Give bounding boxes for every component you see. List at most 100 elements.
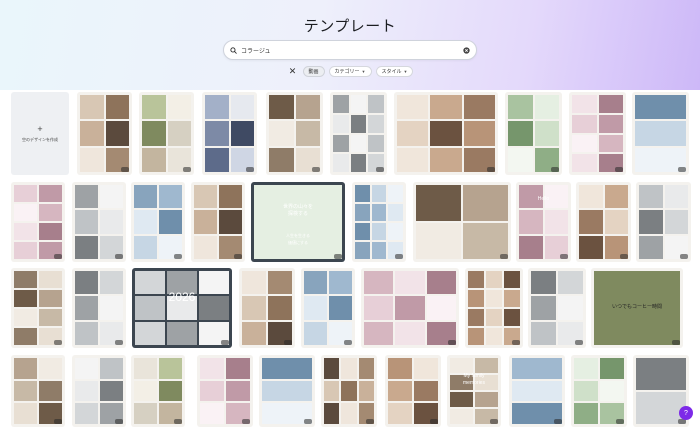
thumbnail-photo — [167, 321, 197, 345]
template-thumbnail[interactable] — [636, 182, 691, 262]
thumbnail-photo — [242, 271, 266, 295]
thumbnail-photo — [341, 380, 357, 402]
thumbnail-photo — [194, 210, 217, 234]
thumbnail-photo — [574, 403, 598, 424]
thumbnail-photo — [598, 134, 623, 153]
thumbnail-photo — [504, 309, 520, 326]
template-thumbnail[interactable] — [413, 182, 511, 262]
template-thumbnail[interactable] — [385, 355, 441, 427]
thumbnail-photo — [268, 271, 292, 295]
help-button[interactable]: ? — [679, 406, 693, 420]
thumbnail-photo — [226, 380, 250, 402]
thumbnail-photo — [639, 210, 663, 234]
thumbnail-photo — [371, 185, 387, 202]
thumbnail-photo — [572, 134, 597, 153]
thumbnail-photo — [368, 134, 384, 153]
template-thumbnail[interactable]: 世界の山々を 探検する 人生を生きる 価値にする — [251, 182, 345, 262]
template-thumbnail[interactable] — [239, 268, 295, 348]
template-thumbnail[interactable] — [632, 92, 689, 175]
template-thumbnail[interactable] — [11, 182, 65, 262]
video-badge-icon — [672, 340, 680, 345]
thumbnail-photo — [230, 121, 254, 146]
thumbnail-photo — [142, 121, 166, 146]
template-thumbnail[interactable] — [131, 182, 185, 262]
template-thumbnail[interactable] — [509, 355, 565, 427]
template-thumbnail[interactable]: My family memories — [447, 355, 501, 427]
thumbnail-photo — [230, 95, 254, 120]
template-thumbnail[interactable] — [352, 182, 406, 262]
video-badge-icon — [174, 254, 182, 259]
template-thumbnail[interactable]: いつでもコーヒー時間 — [591, 268, 683, 348]
thumbnail-photo — [100, 185, 123, 209]
template-thumbnail[interactable] — [465, 268, 523, 348]
thumbnail-photo — [364, 321, 394, 345]
template-thumbnail[interactable]: 2026 — [132, 268, 232, 348]
thumbnail-photo — [368, 95, 384, 113]
thumbnail-photo — [531, 271, 556, 295]
video-badge-icon — [334, 254, 342, 259]
template-thumbnail[interactable] — [191, 182, 245, 262]
thumbnail-photo — [388, 204, 403, 221]
template-thumbnail[interactable] — [321, 355, 377, 427]
template-thumbnail[interactable] — [394, 92, 498, 175]
thumbnail-photo — [75, 321, 98, 345]
thumbnail-photo — [39, 185, 62, 202]
template-grid: 世界の山々を 探検する 人生を生きる 価値にする Hello 2026 いつでもコーヒー… — [0, 0, 700, 427]
template-thumbnail[interactable] — [569, 92, 626, 175]
template-thumbnail[interactable] — [11, 355, 65, 427]
template-thumbnail[interactable] — [528, 268, 586, 348]
template-thumbnail[interactable] — [266, 92, 323, 175]
thumbnail-photo — [508, 95, 533, 120]
template-thumbnail[interactable] — [202, 92, 257, 175]
video-badge-icon — [284, 340, 292, 345]
template-thumbnail[interactable] — [197, 355, 253, 427]
template-thumbnail[interactable] — [330, 92, 387, 175]
template-thumbnail[interactable] — [77, 92, 132, 175]
template-thumbnail[interactable] — [361, 268, 459, 348]
thumbnail-photo — [558, 271, 583, 295]
template-thumbnail[interactable] — [259, 355, 315, 427]
thumbnail-photo — [350, 114, 367, 133]
thumbnail-photo — [14, 223, 37, 240]
thumbnail-photo — [397, 147, 429, 172]
template-thumbnail[interactable] — [139, 92, 194, 175]
template-thumbnail[interactable]: Hello — [516, 182, 571, 262]
thumbnail-photo — [426, 296, 456, 320]
thumbnail-photo — [262, 380, 312, 402]
thumbnail-photo — [486, 290, 502, 307]
template-thumbnail[interactable] — [505, 92, 562, 175]
thumbnail-photo — [219, 185, 242, 209]
thumbnail-photo — [75, 296, 98, 320]
template-thumbnail[interactable] — [11, 268, 65, 348]
video-badge-icon — [678, 167, 686, 172]
thumbnail-photo — [75, 358, 98, 379]
thumbnail-photo — [226, 358, 250, 379]
thumbnail-photo — [80, 95, 104, 120]
thumbnail-photo — [134, 380, 157, 402]
template-thumbnail[interactable] — [131, 355, 185, 427]
template-thumbnail[interactable] — [576, 182, 631, 262]
video-badge-icon — [115, 254, 123, 259]
thumbnail-photo — [39, 204, 62, 221]
template-thumbnail[interactable] — [301, 268, 355, 348]
thumbnail-photo — [355, 223, 370, 240]
thumbnail-caption: Hello — [537, 196, 550, 202]
video-badge-icon — [115, 340, 123, 345]
thumbnail-photo — [450, 358, 473, 373]
thumbnail-photo — [558, 296, 583, 320]
thumbnail-photo — [579, 185, 603, 209]
thumbnail-photo — [531, 296, 556, 320]
thumbnail-photo — [534, 95, 559, 120]
video-badge-icon — [54, 254, 62, 259]
thumbnail-photo — [604, 210, 628, 234]
thumbnail-photo — [159, 380, 182, 402]
template-thumbnail[interactable] — [72, 355, 126, 427]
thumbnail-photo — [262, 358, 312, 379]
thumbnail-photo — [639, 235, 663, 259]
thumbnail-photo — [295, 121, 320, 146]
thumbnail-photo — [486, 328, 502, 345]
template-thumbnail[interactable] — [571, 355, 627, 427]
thumbnail-photo — [364, 296, 394, 320]
template-thumbnail[interactable] — [72, 182, 126, 262]
template-thumbnail[interactable] — [72, 268, 126, 348]
